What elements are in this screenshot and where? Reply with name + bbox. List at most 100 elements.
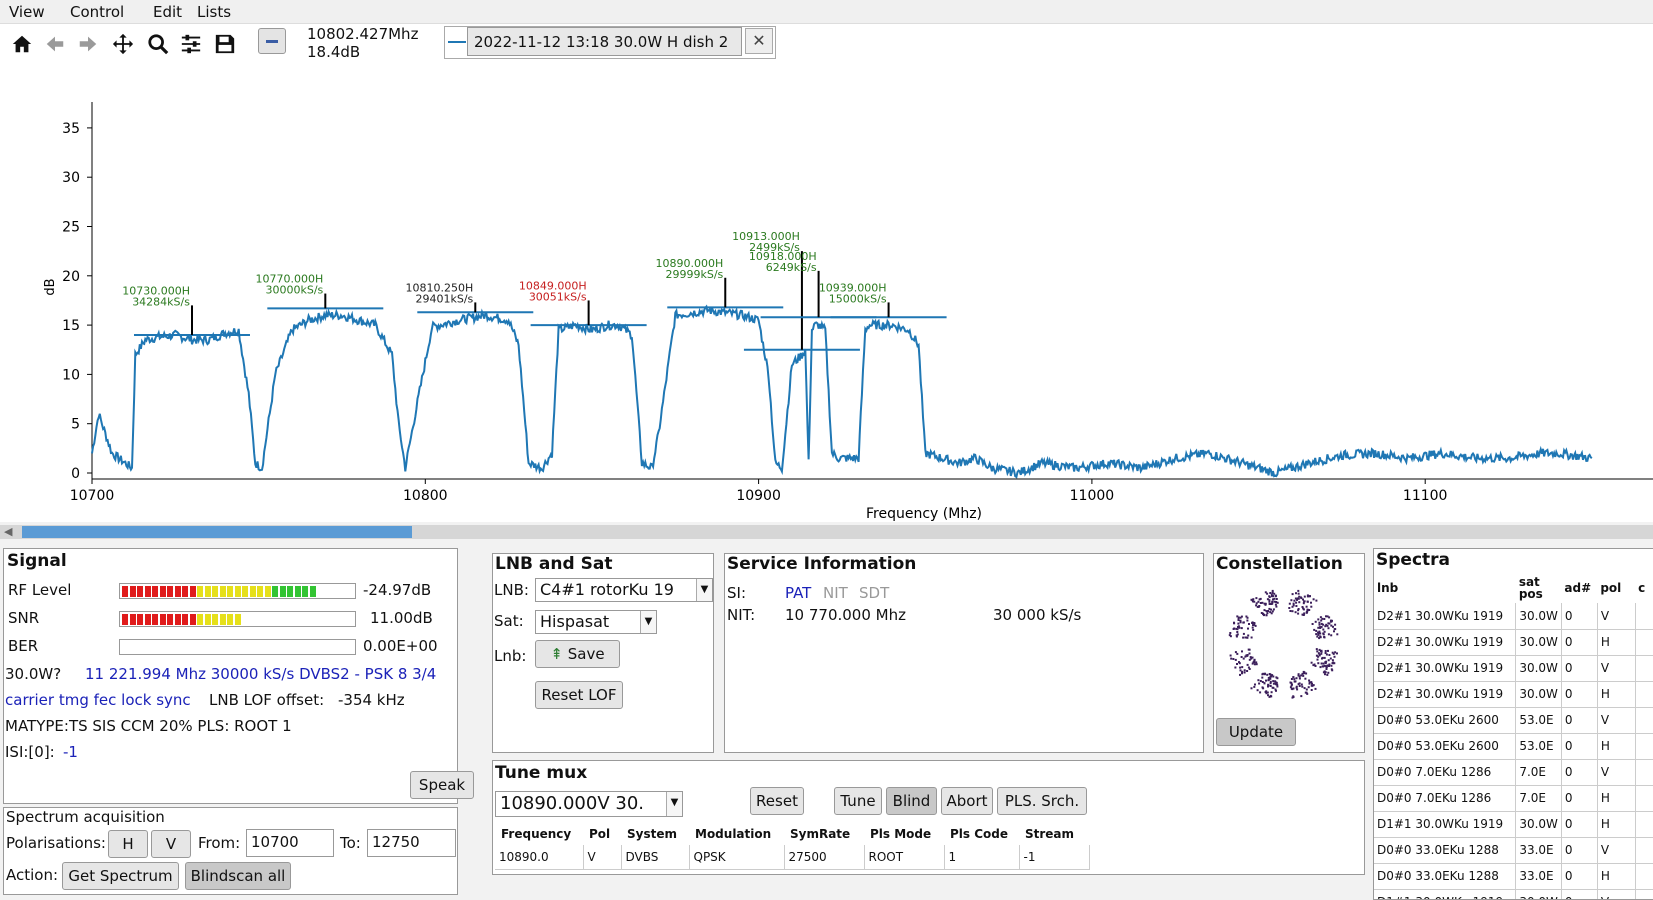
column-header[interactable]: SymRate — [784, 823, 864, 845]
to-input[interactable]: 12750 — [367, 829, 456, 857]
mux-select[interactable]: 10890.000V 30. ▼ — [495, 791, 683, 817]
constellation-point — [1247, 634, 1250, 637]
chevron-down-icon: ▼ — [696, 579, 712, 601]
constellation-point — [1269, 611, 1272, 614]
abort-button[interactable]: Abort — [941, 787, 993, 815]
scroll-thumb[interactable] — [22, 526, 412, 538]
menu-edit[interactable]: Edit — [153, 3, 182, 21]
column-header[interactable]: Modulation — [689, 823, 784, 845]
speak-button[interactable]: Speak — [410, 771, 474, 799]
sat-label: Sat: — [494, 612, 524, 630]
table-row[interactable]: D2#1 30.0WKu 1919 30.0W 0 H — [1374, 629, 1653, 656]
spectrum-tab[interactable]: 2022-11-12 13:18 30.0W H dish 2 — [467, 27, 742, 56]
constellation-title: Constellation — [1216, 554, 1343, 574]
forward-arrow-icon[interactable] — [76, 32, 100, 56]
constellation-point — [1229, 654, 1232, 657]
column-header[interactable]: System — [621, 823, 689, 845]
column-header[interactable]: sat pos — [1516, 573, 1562, 603]
constellation-point — [1262, 672, 1265, 675]
menu-view[interactable]: View — [9, 3, 45, 21]
meter-segment — [279, 586, 286, 597]
spectrum-plot[interactable]: 0 5 10 15 20 25 30 35 10700 10800 10900 11000 11100 F… — [0, 62, 1653, 522]
constellation-point — [1323, 656, 1326, 659]
configure-icon[interactable] — [179, 32, 203, 56]
table-row[interactable]: D0#0 33.0EKu 1288 33.0E 0 V — [1374, 837, 1653, 864]
constellation-point — [1328, 654, 1331, 656]
menu-lists[interactable]: Lists — [197, 3, 231, 21]
spectrum-chart[interactable]: 0 5 10 15 20 25 30 35 10700 10800 10900 11000 11100 F… — [0, 62, 1653, 522]
update-button[interactable]: Update — [1216, 718, 1296, 746]
from-input[interactable]: 10700 — [246, 829, 334, 857]
save-icon[interactable] — [213, 32, 237, 56]
column-header[interactable]: ad# — [1561, 573, 1597, 603]
constellation-point — [1265, 679, 1267, 682]
home-icon[interactable] — [10, 32, 34, 56]
table-row[interactable]: D0#0 53.0EKu 2600 53.0E 0 H — [1374, 733, 1653, 760]
table-row[interactable]: D0#0 53.0EKu 2600 53.0E 0 V — [1374, 707, 1653, 734]
column-header[interactable]: c — [1635, 573, 1653, 603]
table-row[interactable]: D2#1 30.0WKu 1919 30.0W 0 V — [1374, 655, 1653, 682]
from-label: From: — [198, 834, 241, 852]
meter-segment — [129, 586, 136, 597]
constellation-panel: Constellation Update — [1213, 553, 1365, 753]
table-cell: D2#1 30.0WKu 1919 — [1374, 655, 1517, 682]
table-row[interactable]: D1#1 30.0WKu 1919 30.0W 0 H — [1374, 811, 1653, 838]
scroll-left-icon[interactable]: ◀ — [4, 525, 12, 538]
meter-segment — [152, 614, 158, 625]
meter-segment — [137, 586, 143, 597]
close-icon[interactable]: ✕ — [745, 28, 773, 54]
constellation-point — [1294, 597, 1297, 600]
column-header[interactable]: pol — [1597, 573, 1635, 603]
constellation-point — [1325, 668, 1328, 670]
spectra-table-header: lnb sat pos ad# pol c — [1374, 573, 1653, 603]
table-row[interactable]: D1#1 30.0WKu 191930.0W0V — [1374, 889, 1653, 899]
lnb-select[interactable]: C4#1 rotorKu 19 ▼ — [535, 578, 713, 602]
constellation-point — [1303, 595, 1306, 598]
column-header[interactable]: Stream — [1019, 823, 1089, 845]
constellation-point — [1234, 666, 1237, 669]
save-lnb-button[interactable]: ⇞ Save — [535, 640, 620, 668]
back-arrow-icon[interactable] — [43, 32, 67, 56]
constellation-point — [1334, 623, 1337, 626]
column-header[interactable]: Pls Code — [944, 823, 1019, 845]
column-header[interactable]: Pol — [583, 823, 621, 845]
table-cell: D0#0 7.0EKu 1286 — [1374, 759, 1517, 786]
constellation-point — [1254, 683, 1256, 686]
tune-button[interactable]: Tune — [834, 787, 882, 815]
plot-scrollbar[interactable]: ◀ — [0, 525, 1653, 539]
reset-lof-button[interactable]: Reset LOF — [535, 681, 623, 709]
constellation-point — [1327, 627, 1330, 630]
constellation-point — [1245, 615, 1248, 618]
table-row[interactable]: D0#0 7.0EKu 1286 7.0E 0 H — [1374, 785, 1653, 812]
column-header[interactable]: Pls Mode — [864, 823, 944, 845]
zoom-icon[interactable] — [146, 32, 170, 56]
reset-button[interactable]: Reset — [750, 787, 804, 815]
column-header[interactable]: lnb — [1374, 573, 1516, 603]
blindscan-all-button[interactable]: Blindscan all — [185, 862, 291, 890]
collapse-button[interactable] — [258, 28, 286, 54]
blind-button[interactable]: Blind — [886, 787, 937, 815]
pan-icon[interactable] — [111, 32, 135, 56]
constellation-point — [1270, 603, 1273, 605]
constellation-point — [1304, 677, 1307, 680]
table-row[interactable]: 10890.0 V DVBS QPSK 27500 ROOT 1 -1 — [495, 845, 1090, 870]
table-row[interactable]: D2#1 30.0WKu 1919 30.0W 0 H — [1374, 681, 1653, 708]
constellation-point — [1291, 593, 1294, 596]
table-row[interactable]: D2#1 30.0WKu 1919 30.0W 0 V — [1374, 603, 1653, 630]
ber-label: BER — [8, 637, 39, 655]
pol-v-button[interactable]: V — [151, 830, 191, 858]
constellation-point — [1332, 652, 1335, 655]
pol-h-button[interactable]: H — [108, 830, 148, 858]
table-cell: 0 — [1561, 681, 1598, 708]
constellation-point — [1238, 662, 1241, 665]
get-spectrum-button[interactable]: Get Spectrum — [62, 862, 179, 890]
table-row[interactable]: D0#0 33.0EKu 1288 33.0E 0 H — [1374, 863, 1653, 890]
sat-select[interactable]: Hispasat ▼ — [535, 610, 657, 634]
column-header[interactable]: Frequency — [495, 823, 583, 845]
table-row[interactable]: D0#0 7.0EKu 1286 7.0E 0 V — [1374, 759, 1653, 786]
pls-search-button[interactable]: PLS. Srch. — [997, 787, 1087, 815]
constellation-point — [1322, 632, 1325, 635]
table-cell — [1635, 629, 1653, 656]
menu-control[interactable]: Control — [70, 3, 124, 21]
table-cell — [1635, 837, 1653, 864]
